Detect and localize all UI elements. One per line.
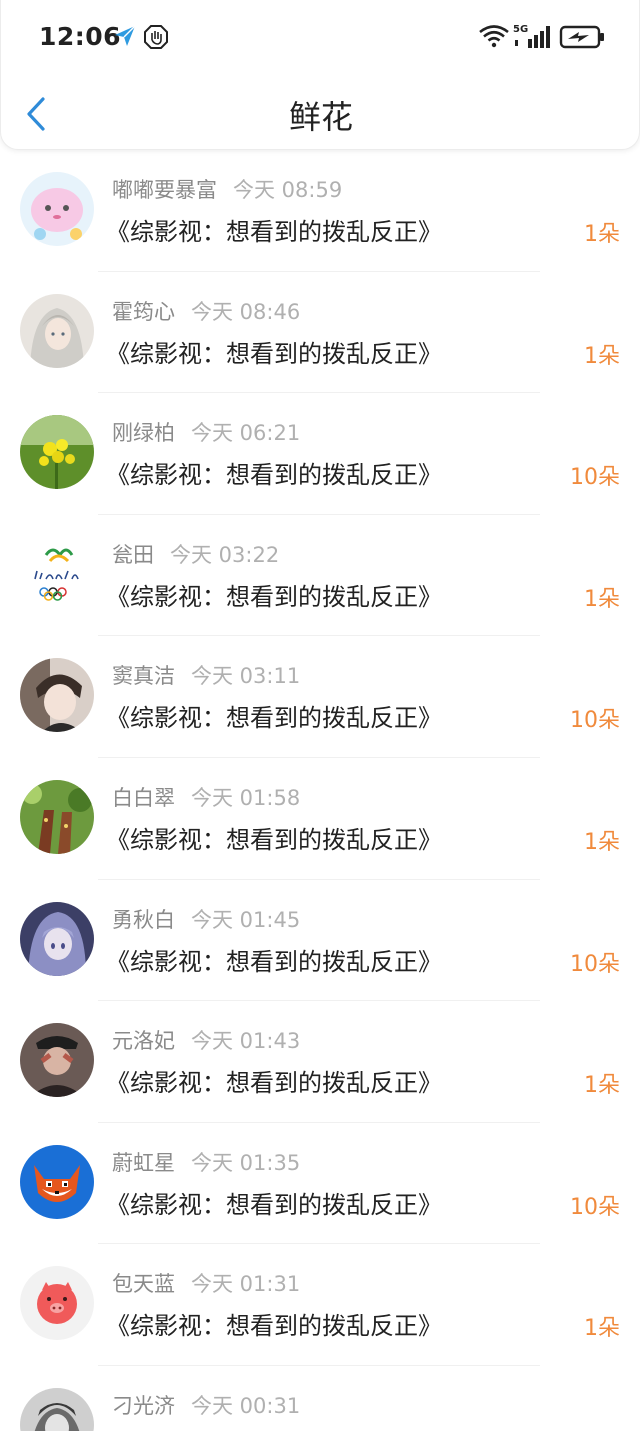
book-title: 《综影视：想看到的拨乱反正》: [106, 704, 442, 733]
list-item[interactable]: 刁光济 今天 00:31: [0, 1366, 640, 1431]
back-button[interactable]: [21, 94, 51, 134]
flower-list: 嘟嘟要暴富 今天 08:59 《综影视：想看到的拨乱反正》 1朵 霍筠心 今天 08…: [0, 150, 640, 1431]
book-title: 《综影视：想看到的拨乱反正》: [106, 461, 442, 490]
user-name[interactable]: 窦真洁: [112, 664, 175, 688]
svg-text:5G: 5G: [513, 24, 528, 35]
user-name[interactable]: 霍筠心: [112, 300, 175, 324]
avatar[interactable]: [20, 779, 94, 854]
timestamp: 今天 00:31: [191, 1393, 301, 1418]
avatar[interactable]: [20, 1387, 94, 1431]
flower-count: 10朵: [570, 708, 620, 734]
user-name[interactable]: 蔚虹星: [112, 1151, 175, 1175]
book-title: 《综影视：想看到的拨乱反正》: [106, 218, 442, 246]
avatar[interactable]: [20, 293, 94, 368]
flower-count: 10朵: [570, 465, 620, 491]
header: 12:06 5G 鲜花: [0, 0, 640, 150]
user-name[interactable]: 包天蓝: [112, 1272, 175, 1296]
timestamp: 今天 01:45: [191, 907, 301, 932]
avatar[interactable]: [20, 658, 94, 733]
list-item[interactable]: 白白翠 今天 01:58 《综影视：想看到的拨乱反正》 1朵: [0, 758, 640, 880]
timestamp: 今天 08:59: [233, 178, 343, 202]
list-item[interactable]: 窦真洁 今天 03:11 《综影视：想看到的拨乱反正》 10朵: [0, 636, 640, 758]
timestamp: 今天 01:58: [191, 785, 301, 810]
timestamp: 今天 06:21: [191, 421, 301, 446]
avatar[interactable]: [20, 1023, 94, 1098]
user-name[interactable]: 嘟嘟要暴富: [112, 178, 217, 202]
list-item[interactable]: 瓮田 今天 03:22 《综影视：想看到的拨乱反正》 1朵: [0, 515, 640, 637]
avatar[interactable]: [20, 172, 94, 246]
book-title: 《综影视：想看到的拨乱反正》: [106, 339, 442, 368]
avatar[interactable]: [20, 1144, 94, 1219]
list-item[interactable]: 嘟嘟要暴富 今天 08:59 《综影视：想看到的拨乱反正》 1朵: [0, 150, 640, 272]
book-title: 《综影视：想看到的拨乱反正》: [106, 1069, 442, 1098]
book-title: 《综影视：想看到的拨乱反正》: [106, 1312, 442, 1341]
battery-charging-icon: [559, 25, 607, 53]
user-name[interactable]: 勇秋白: [112, 908, 175, 932]
flower-count: 1朵: [584, 343, 620, 369]
timestamp: 今天 08:46: [191, 299, 301, 324]
flower-count: 1朵: [584, 829, 620, 855]
flower-count: 1朵: [584, 1073, 620, 1099]
list-item[interactable]: 包天蓝 今天 01:31 《综影视：想看到的拨乱反正》 1朵: [0, 1244, 640, 1366]
list-item[interactable]: 蔚虹星 今天 01:35 《综影视：想看到的拨乱反正》 10朵: [0, 1123, 640, 1245]
flower-count: 10朵: [570, 951, 620, 977]
user-name[interactable]: 白白翠: [112, 786, 175, 810]
avatar[interactable]: [20, 536, 94, 611]
wifi-icon: [478, 24, 510, 52]
signal-icon: 5G: [513, 22, 553, 54]
book-title: 《综影视：想看到的拨乱反正》: [106, 947, 442, 976]
book-title: 《综影视：想看到的拨乱反正》: [106, 1190, 442, 1219]
book-title: 《综影视：想看到的拨乱反正》: [106, 825, 442, 854]
flower-count: 10朵: [570, 1194, 620, 1220]
timestamp: 今天 03:22: [170, 542, 280, 567]
avatar[interactable]: [20, 415, 94, 490]
list-item[interactable]: 刚绿柏 今天 06:21 《综影视：想看到的拨乱反正》 10朵: [0, 393, 640, 515]
list-item[interactable]: 霍筠心 今天 08:46 《综影视：想看到的拨乱反正》 1朵: [0, 272, 640, 394]
send-icon: [113, 24, 137, 52]
list-item[interactable]: 勇秋白 今天 01:45 《综影视：想看到的拨乱反正》 10朵: [0, 880, 640, 1002]
list-item[interactable]: 元洛妃 今天 01:43 《综影视：想看到的拨乱反正》 1朵: [0, 1001, 640, 1123]
flower-count: 1朵: [584, 1316, 620, 1342]
avatar[interactable]: [20, 1266, 94, 1341]
user-name[interactable]: 刚绿柏: [112, 421, 175, 445]
page-title: 鲜花: [288, 98, 353, 136]
timestamp: 今天 01:35: [191, 1150, 301, 1175]
flower-count: 1朵: [584, 586, 620, 612]
book-title: 《综影视：想看到的拨乱反正》: [106, 582, 442, 611]
timestamp: 今天 03:11: [191, 664, 301, 689]
hand-icon: [143, 24, 169, 54]
status-bar: 12:06 5G: [1, 0, 640, 76]
flower-count: 1朵: [584, 222, 620, 247]
chevron-left-icon: [27, 97, 45, 131]
status-time: 12:06: [39, 22, 122, 51]
user-name[interactable]: 刁光济: [112, 1394, 175, 1418]
avatar[interactable]: [20, 901, 94, 976]
user-name[interactable]: 元洛妃: [112, 1029, 175, 1053]
user-name[interactable]: 瓮田: [112, 543, 154, 567]
timestamp: 今天 01:43: [191, 1029, 301, 1054]
timestamp: 今天 01:31: [191, 1272, 301, 1297]
